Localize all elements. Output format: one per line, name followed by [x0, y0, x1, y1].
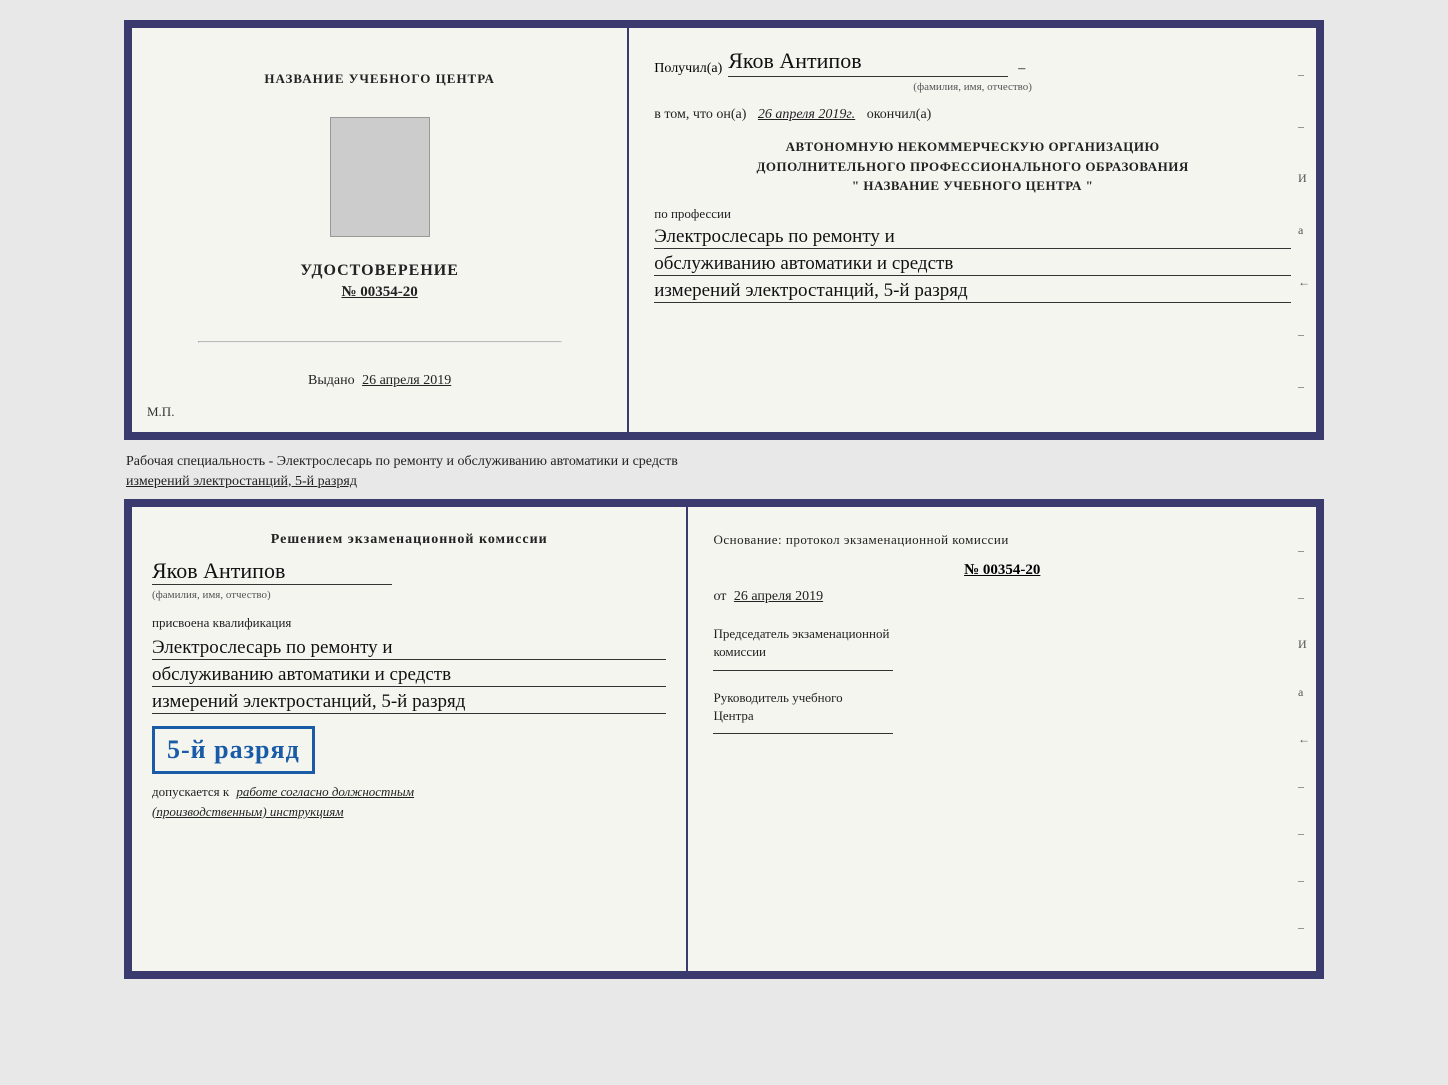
right-side-marks: – – И а ← – – — [1298, 28, 1310, 432]
chairman-title: Председатель экзаменационной комиссии — [713, 625, 1291, 661]
certificate-document-top: НАЗВАНИЕ УЧЕБНОГО ЦЕНТРА УДОСТОВЕРЕНИЕ №… — [124, 20, 1324, 440]
fio-small-bottom: (фамилия, имя, отчество) — [152, 589, 666, 601]
person-name-bottom: Яков Антипов — [152, 558, 392, 585]
director-line1: Руководитель учебного — [713, 690, 842, 705]
recipient-name: Яков Антипов — [728, 48, 1008, 77]
cert-title: УДОСТОВЕРЕНИЕ — [300, 262, 459, 280]
photo-placeholder — [330, 117, 430, 237]
rank-badge: 5-й разряд — [152, 726, 315, 774]
basis-label: Основание: протокол экзаменационной коми… — [713, 532, 1291, 548]
middle-line1: Рабочая специальность - Электрослесарь п… — [126, 454, 678, 469]
cert-left-panel: НАЗВАНИЕ УЧЕБНОГО ЦЕНТРА УДОСТОВЕРЕНИЕ №… — [132, 28, 629, 432]
director-line2: Центра — [713, 708, 753, 723]
dash-right: – — [1018, 61, 1025, 77]
allowed-cursive: работе согласно должностным — [236, 784, 414, 799]
issued-label: Выдано — [308, 373, 355, 388]
profession-line1: Электрослесарь по ремонту и — [654, 226, 1291, 249]
date-suffix: окончил(а) — [867, 107, 932, 122]
org-name-top-left: НАЗВАНИЕ УЧЕБНОГО ЦЕНТРА — [264, 71, 495, 87]
allowed-prefix: допускается к — [152, 784, 229, 799]
qualification-label: присвоена квалификация — [152, 615, 666, 631]
date-prefix: в том, что он(а) — [654, 107, 746, 122]
chairman-signature-line — [713, 670, 893, 671]
issued-line: Выдано 26 апреля 2019 — [308, 373, 451, 389]
issued-date: 26 апреля 2019 — [362, 373, 451, 388]
protocol-number: № 00354-20 — [713, 562, 1291, 579]
org-line1: АВТОНОМНУЮ НЕКОММЕРЧЕСКУЮ ОРГАНИЗАЦИЮ — [654, 137, 1291, 157]
commission-title: Решением экзаменационной комиссии — [152, 532, 666, 548]
date-line: в том, что он(а) 26 апреля 2019г. окончи… — [654, 107, 1291, 123]
cert-number: № 00354-20 — [341, 284, 417, 301]
qual-line3: измерений электростанций, 5-й разряд — [152, 691, 666, 714]
profession-label: по профессии — [654, 206, 1291, 222]
middle-text-strip: Рабочая специальность - Электрослесарь п… — [124, 452, 1324, 491]
qual-right-panel: Основание: протокол экзаменационной коми… — [688, 507, 1316, 971]
date-value: 26 апреля 2019г. — [758, 107, 855, 122]
chairman-block: Председатель экзаменационной комиссии — [713, 625, 1291, 670]
director-title: Руководитель учебного Центра — [713, 689, 1291, 725]
recipient-line: Получил(а) Яков Антипов – — [654, 48, 1291, 77]
protocol-date: 26 апреля 2019 — [734, 589, 823, 604]
org-line-quote: " НАЗВАНИЕ УЧЕБНОГО ЦЕНТРА " — [654, 176, 1291, 196]
protocol-date-line: от 26 апреля 2019 — [713, 589, 1291, 605]
org-block: АВТОНОМНУЮ НЕКОММЕРЧЕСКУЮ ОРГАНИЗАЦИЮ ДО… — [654, 137, 1291, 196]
profession-line3: измерений электростанций, 5-й разряд — [654, 280, 1291, 303]
middle-line2: измерений электростанций, 5-й разряд — [126, 474, 357, 489]
chairman-line1: Председатель экзаменационной — [713, 626, 889, 641]
cert-right-panel: Получил(а) Яков Антипов – (фамилия, имя,… — [629, 28, 1316, 432]
protocol-date-prefix: от — [713, 589, 726, 604]
qualification-document-bottom: Решением экзаменационной комиссии Яков А… — [124, 499, 1324, 979]
qual-line1: Электрослесарь по ремонту и — [152, 637, 666, 660]
qual-left-panel: Решением экзаменационной комиссии Яков А… — [132, 507, 688, 971]
director-block: Руководитель учебного Центра — [713, 689, 1291, 734]
chairman-line2: комиссии — [713, 644, 766, 659]
qual-line2: обслуживанию автоматики и средств — [152, 664, 666, 687]
mp-label: М.П. — [147, 404, 174, 420]
recipient-prefix: Получил(а) — [654, 61, 722, 77]
allowed-italic: (производственным) инструкциям — [152, 804, 344, 819]
right-marks-bottom: – – И а ← – – – – — [1298, 507, 1310, 971]
org-line2: ДОПОЛНИТЕЛЬНОГО ПРОФЕССИОНАЛЬНОГО ОБРАЗО… — [654, 157, 1291, 177]
fio-label-top: (фамилия, имя, отчество) — [654, 81, 1291, 93]
profession-line2: обслуживанию автоматики и средств — [654, 253, 1291, 276]
allowed-text: допускается к работе согласно должностны… — [152, 782, 666, 821]
director-signature-line — [713, 733, 893, 734]
